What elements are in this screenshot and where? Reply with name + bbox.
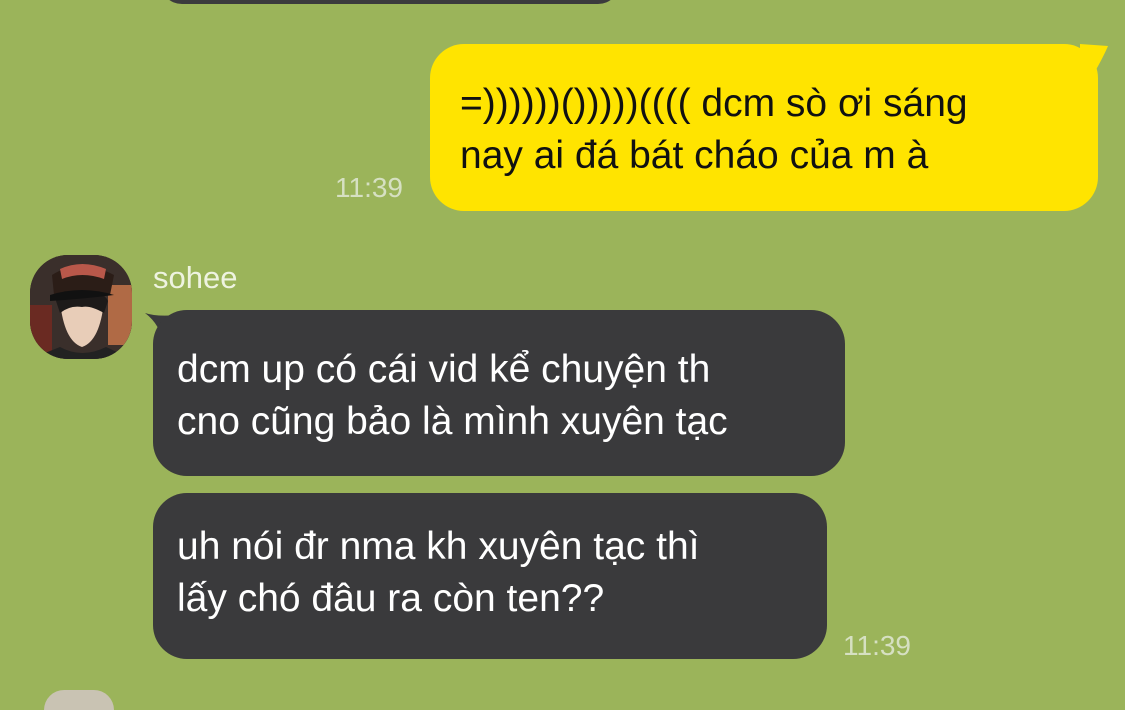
contact-name: sohee: [153, 260, 238, 295]
profile-photo-icon: [30, 255, 132, 359]
next-contact-avatar[interactable]: [44, 690, 114, 710]
message-line: nay ai đá bát cháo của m à: [460, 134, 929, 177]
incoming-message-bubble[interactable]: uh nói đr nma kh xuyên tạc thì lấy chó đ…: [153, 493, 827, 659]
message-line: dcm up có cái vid kể chuyện th: [177, 348, 711, 391]
outgoing-message-bubble[interactable]: =))))))()))))(((( dcm sò ơi sáng nay ai …: [430, 44, 1098, 211]
chat-thread: =))))))()))))(((( dcm sò ơi sáng nay ai …: [0, 0, 1125, 710]
incoming-message-bubble[interactable]: dcm up có cái vid kể chuyện th cno cũng …: [153, 310, 845, 476]
message-line: cno cũng bảo là mình xuyên tạc: [177, 400, 728, 443]
previous-message-bubble[interactable]: [160, 0, 620, 4]
message-timestamp: 11:39: [335, 172, 403, 203]
contact-avatar[interactable]: [30, 255, 132, 359]
message-line: =))))))()))))(((( dcm sò ơi sáng: [460, 82, 968, 125]
message-line: lấy chó đâu ra còn ten??: [177, 577, 605, 620]
bubble-tail-icon: [1080, 44, 1108, 80]
message-timestamp: 11:39: [843, 630, 911, 661]
message-line: uh nói đr nma kh xuyên tạc thì: [177, 525, 700, 568]
